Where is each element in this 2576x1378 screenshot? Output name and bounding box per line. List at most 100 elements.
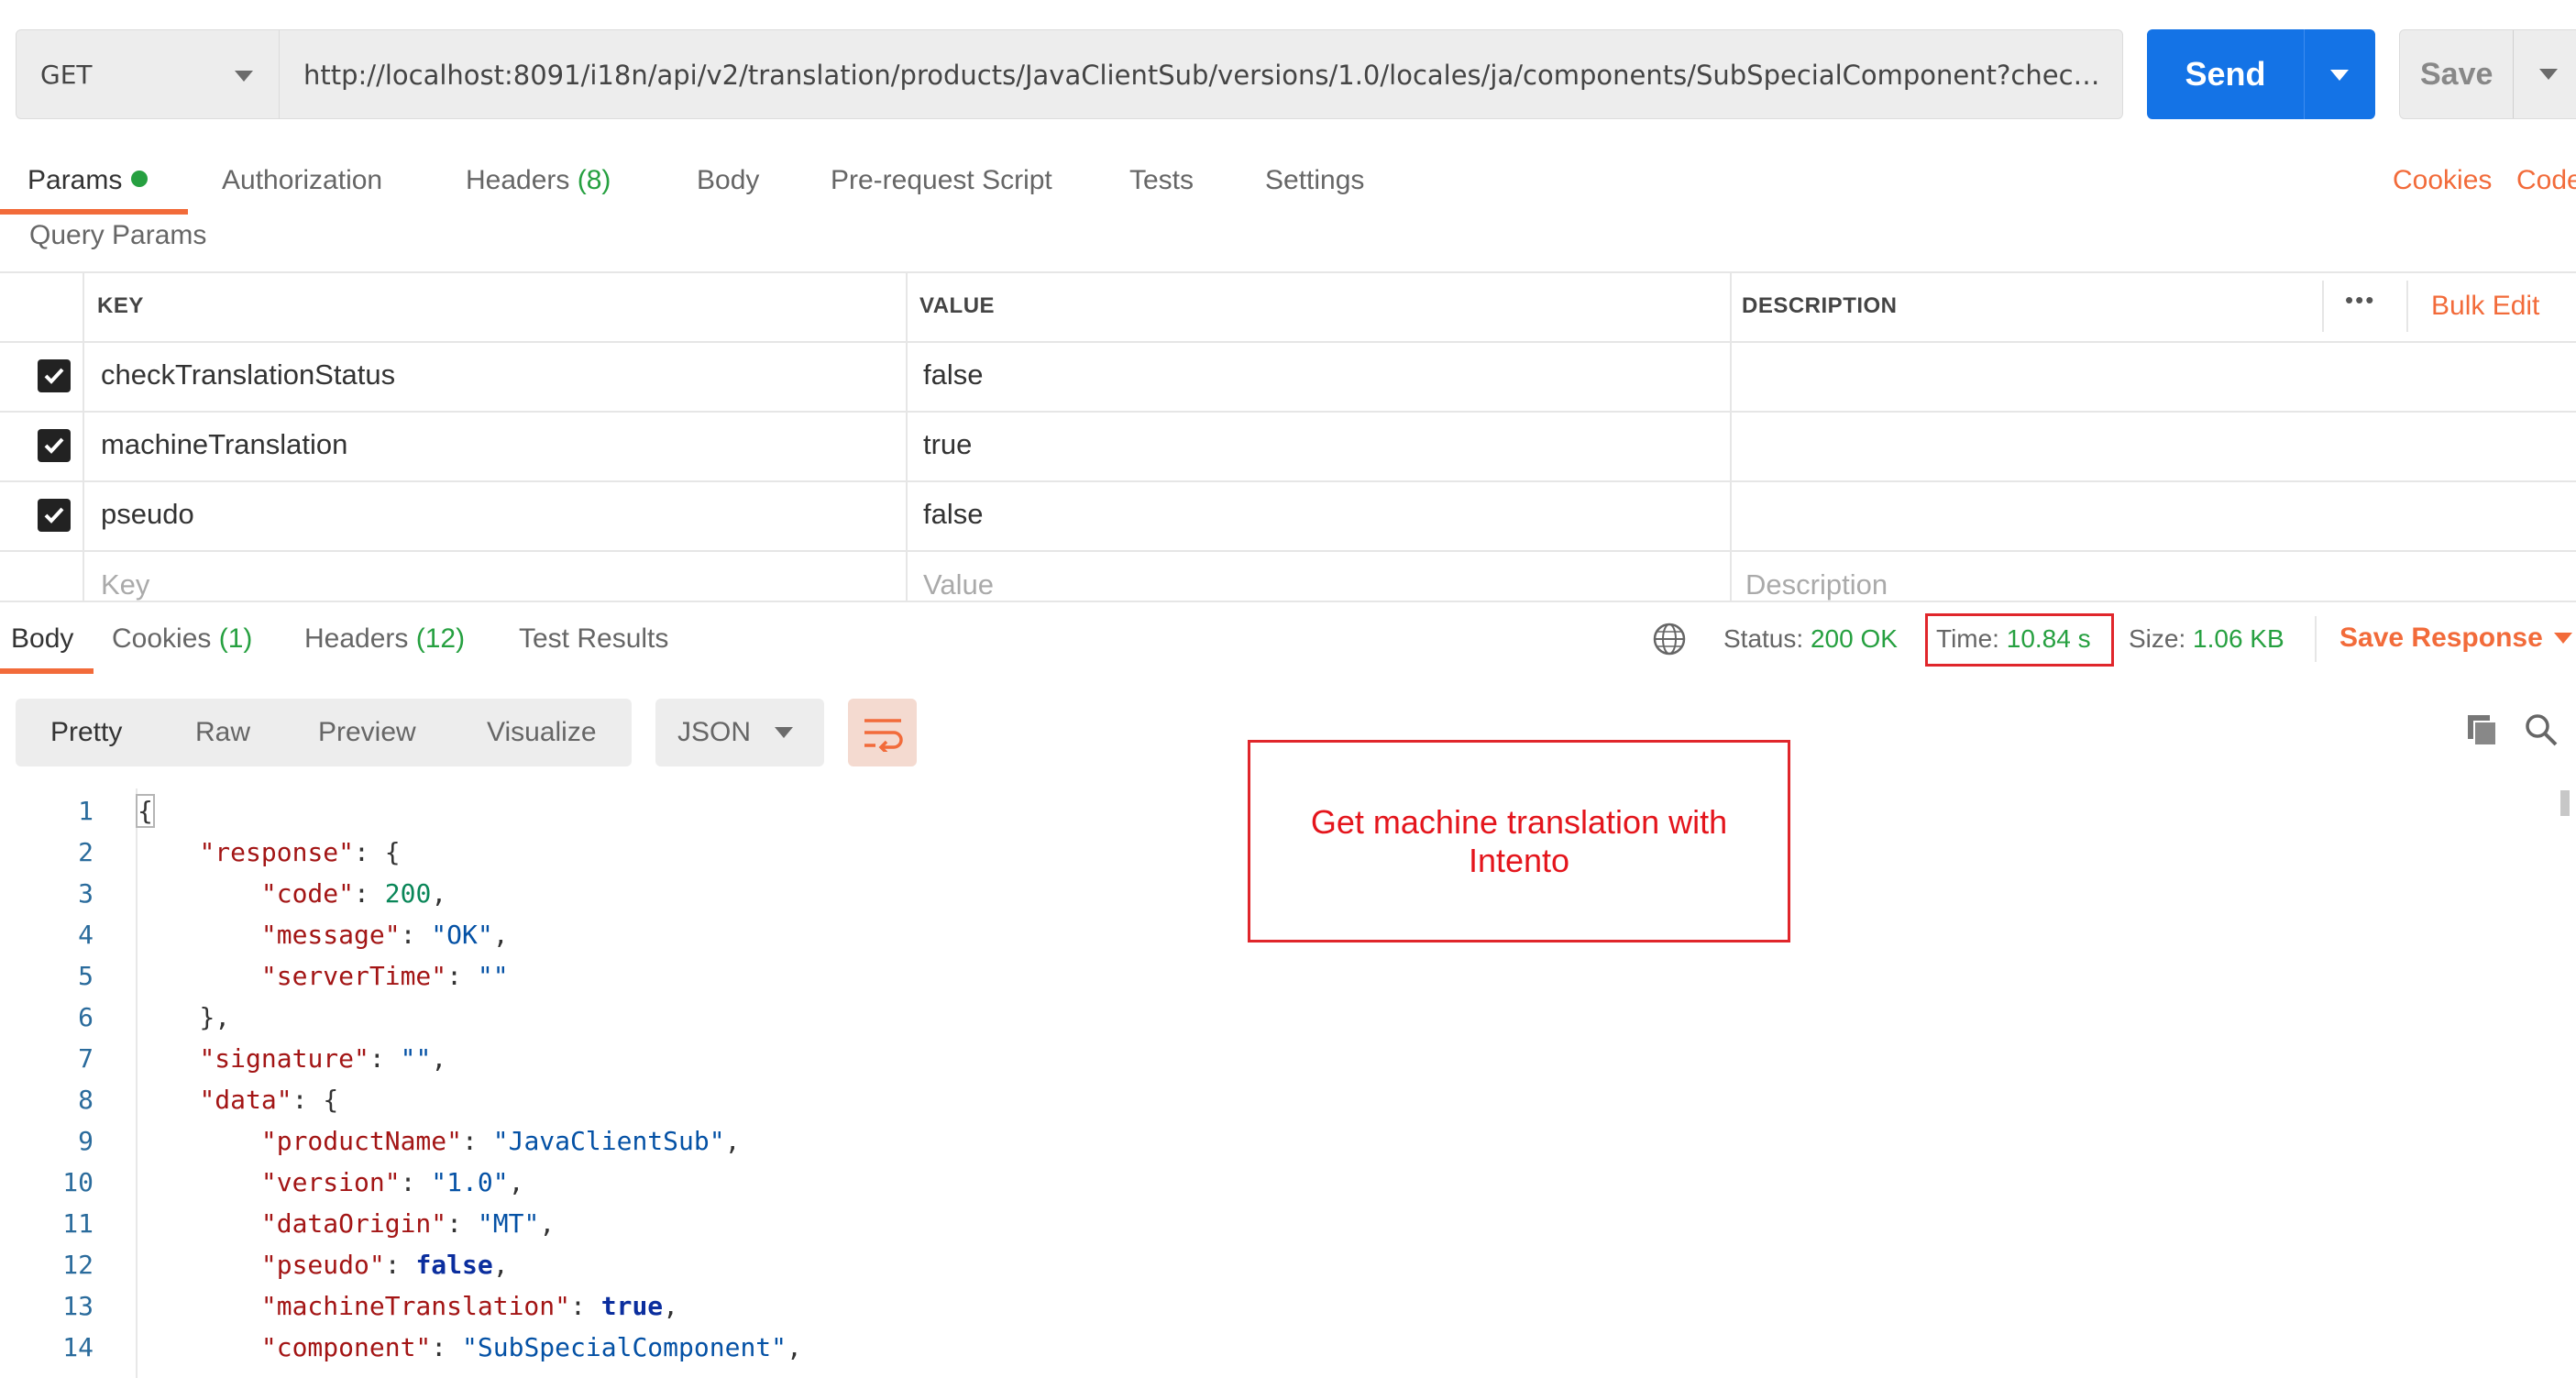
json-brace: { (384, 837, 401, 867)
checkmark-icon (44, 368, 64, 384)
size-label: Size: (2129, 624, 2186, 653)
tab-authorization[interactable]: Authorization (222, 165, 382, 196)
code-link[interactable]: Code (2516, 165, 2576, 196)
json-key: "dataOrigin" (260, 1208, 447, 1239)
query-params-title: Query Params (29, 220, 207, 250)
editor-scrollbar[interactable] (2560, 790, 2570, 816)
line-number: 11 (62, 1208, 94, 1239)
line-number: 12 (62, 1250, 94, 1280)
save-options-chevron-icon[interactable] (2539, 69, 2558, 80)
bulk-edit-link[interactable]: Bulk Edit (2431, 291, 2539, 322)
param-checkbox[interactable] (38, 359, 71, 392)
param-key[interactable]: machineTranslation (101, 428, 347, 461)
save-button[interactable]: Save (2399, 29, 2576, 119)
header-divider (2406, 281, 2408, 332)
more-options-icon[interactable]: ••• (2345, 286, 2375, 314)
format-visualize[interactable]: Visualize (487, 699, 597, 766)
format-raw[interactable]: Raw (195, 699, 250, 766)
param-key[interactable]: pseudo (101, 498, 194, 531)
json-key: "version" (260, 1167, 401, 1197)
url-input[interactable]: http://localhost:8091/i18n/api/v2/transl… (280, 29, 2123, 119)
json-key: "machineTranslation" (260, 1291, 571, 1321)
tab-body[interactable]: Body (697, 165, 759, 196)
json-value: "SubSpecialComponent" (462, 1332, 787, 1362)
wrap-lines-icon (864, 719, 903, 752)
method-select[interactable]: GET (16, 29, 280, 119)
param-value[interactable]: false (923, 358, 983, 391)
code-line: "serverTime": "" (260, 961, 509, 991)
json-value: "" (400, 1043, 432, 1074)
format-preview[interactable]: Preview (318, 699, 416, 766)
param-value[interactable]: false (923, 498, 983, 531)
column-header-value: VALUE (919, 293, 996, 318)
json-value: "1.0" (431, 1167, 509, 1197)
line-number: 13 (62, 1291, 94, 1321)
time-label: Time: (1936, 624, 1999, 653)
code-line: "response": { (199, 837, 401, 867)
column-divider (906, 271, 908, 601)
params-active-dot (131, 171, 149, 188)
cookies-link[interactable]: Cookies (2393, 165, 2492, 196)
new-key-input[interactable]: Key (101, 568, 149, 601)
header-divider (2322, 281, 2324, 332)
column-header-description: DESCRIPTION (1742, 293, 1898, 318)
response-tab-body[interactable]: Body (11, 623, 73, 655)
line-number: 14 (62, 1332, 94, 1362)
new-description-input[interactable]: Description (1745, 568, 1888, 601)
tab-tests[interactable]: Tests (1129, 165, 1194, 196)
json-brace: }, (199, 1002, 231, 1032)
new-value-input[interactable]: Value (923, 568, 994, 601)
tab-pre-request-script[interactable]: Pre-request Script (831, 165, 1052, 196)
response-tab-cookies-count: (1) (218, 623, 253, 654)
code-line: "productName": "JavaClientSub", (260, 1126, 741, 1156)
param-checkbox[interactable] (38, 499, 71, 532)
globe-icon[interactable] (1652, 622, 1687, 656)
column-divider (1730, 271, 1732, 601)
line-number: 9 (78, 1126, 94, 1156)
copy-icon[interactable] (2464, 711, 2501, 748)
status-label: Status: (1723, 624, 1804, 653)
response-tab-cookies-label: Cookies (112, 623, 212, 654)
send-button[interactable]: Send (2147, 29, 2375, 119)
json-key: "signature" (199, 1043, 369, 1074)
line-number: 2 (78, 837, 94, 867)
code-line: "version": "1.0", (260, 1167, 524, 1197)
code-line: "machineTranslation": true, (260, 1291, 679, 1321)
response-tab-cookies[interactable]: Cookies (1) (112, 623, 252, 655)
format-type-label: JSON (677, 717, 752, 747)
tab-settings[interactable]: Settings (1265, 165, 1364, 196)
code-line: "message": "OK", (260, 920, 509, 950)
tab-params-underline (0, 209, 188, 215)
response-tab-test-results[interactable]: Test Results (519, 623, 668, 655)
search-icon[interactable] (2523, 711, 2559, 748)
url-text: http://localhost:8091/i18n/api/v2/transl… (303, 60, 2100, 91)
line-number: 10 (62, 1167, 94, 1197)
code-line: }, (138, 1002, 230, 1032)
tab-params[interactable]: Params (28, 165, 149, 196)
json-key: "code" (260, 878, 355, 909)
save-response-chevron-icon[interactable] (2554, 633, 2572, 644)
json-brace: { (323, 1085, 339, 1115)
status-readout: Status: 200 OK (1723, 624, 1898, 654)
format-pretty[interactable]: Pretty (50, 699, 122, 766)
code-line: "dataOrigin": "MT", (260, 1208, 556, 1239)
send-options-chevron-icon[interactable] (2330, 70, 2349, 81)
save-label: Save (2420, 57, 2493, 92)
format-type-select[interactable]: JSON (655, 699, 824, 766)
size-readout: Size: 1.06 KB (2129, 624, 2284, 654)
table-header-border (0, 341, 2576, 343)
param-value[interactable]: true (923, 428, 972, 461)
table-bottom-border (0, 601, 2576, 602)
line-number: 6 (78, 1002, 94, 1032)
response-tab-headers[interactable]: Headers (12) (304, 623, 465, 655)
response-tab-headers-label: Headers (304, 623, 409, 654)
save-response-button[interactable]: Save Response (2339, 623, 2543, 654)
chevron-down-icon (775, 727, 793, 738)
column-divider (83, 271, 84, 601)
tab-headers[interactable]: Headers (8) (466, 165, 611, 196)
annotation-text: Get machine translation with Intento (1310, 802, 1728, 879)
param-checkbox[interactable] (38, 429, 71, 462)
line-number: 8 (78, 1085, 94, 1115)
wrap-lines-button[interactable] (848, 699, 917, 766)
param-key[interactable]: checkTranslationStatus (101, 358, 395, 391)
